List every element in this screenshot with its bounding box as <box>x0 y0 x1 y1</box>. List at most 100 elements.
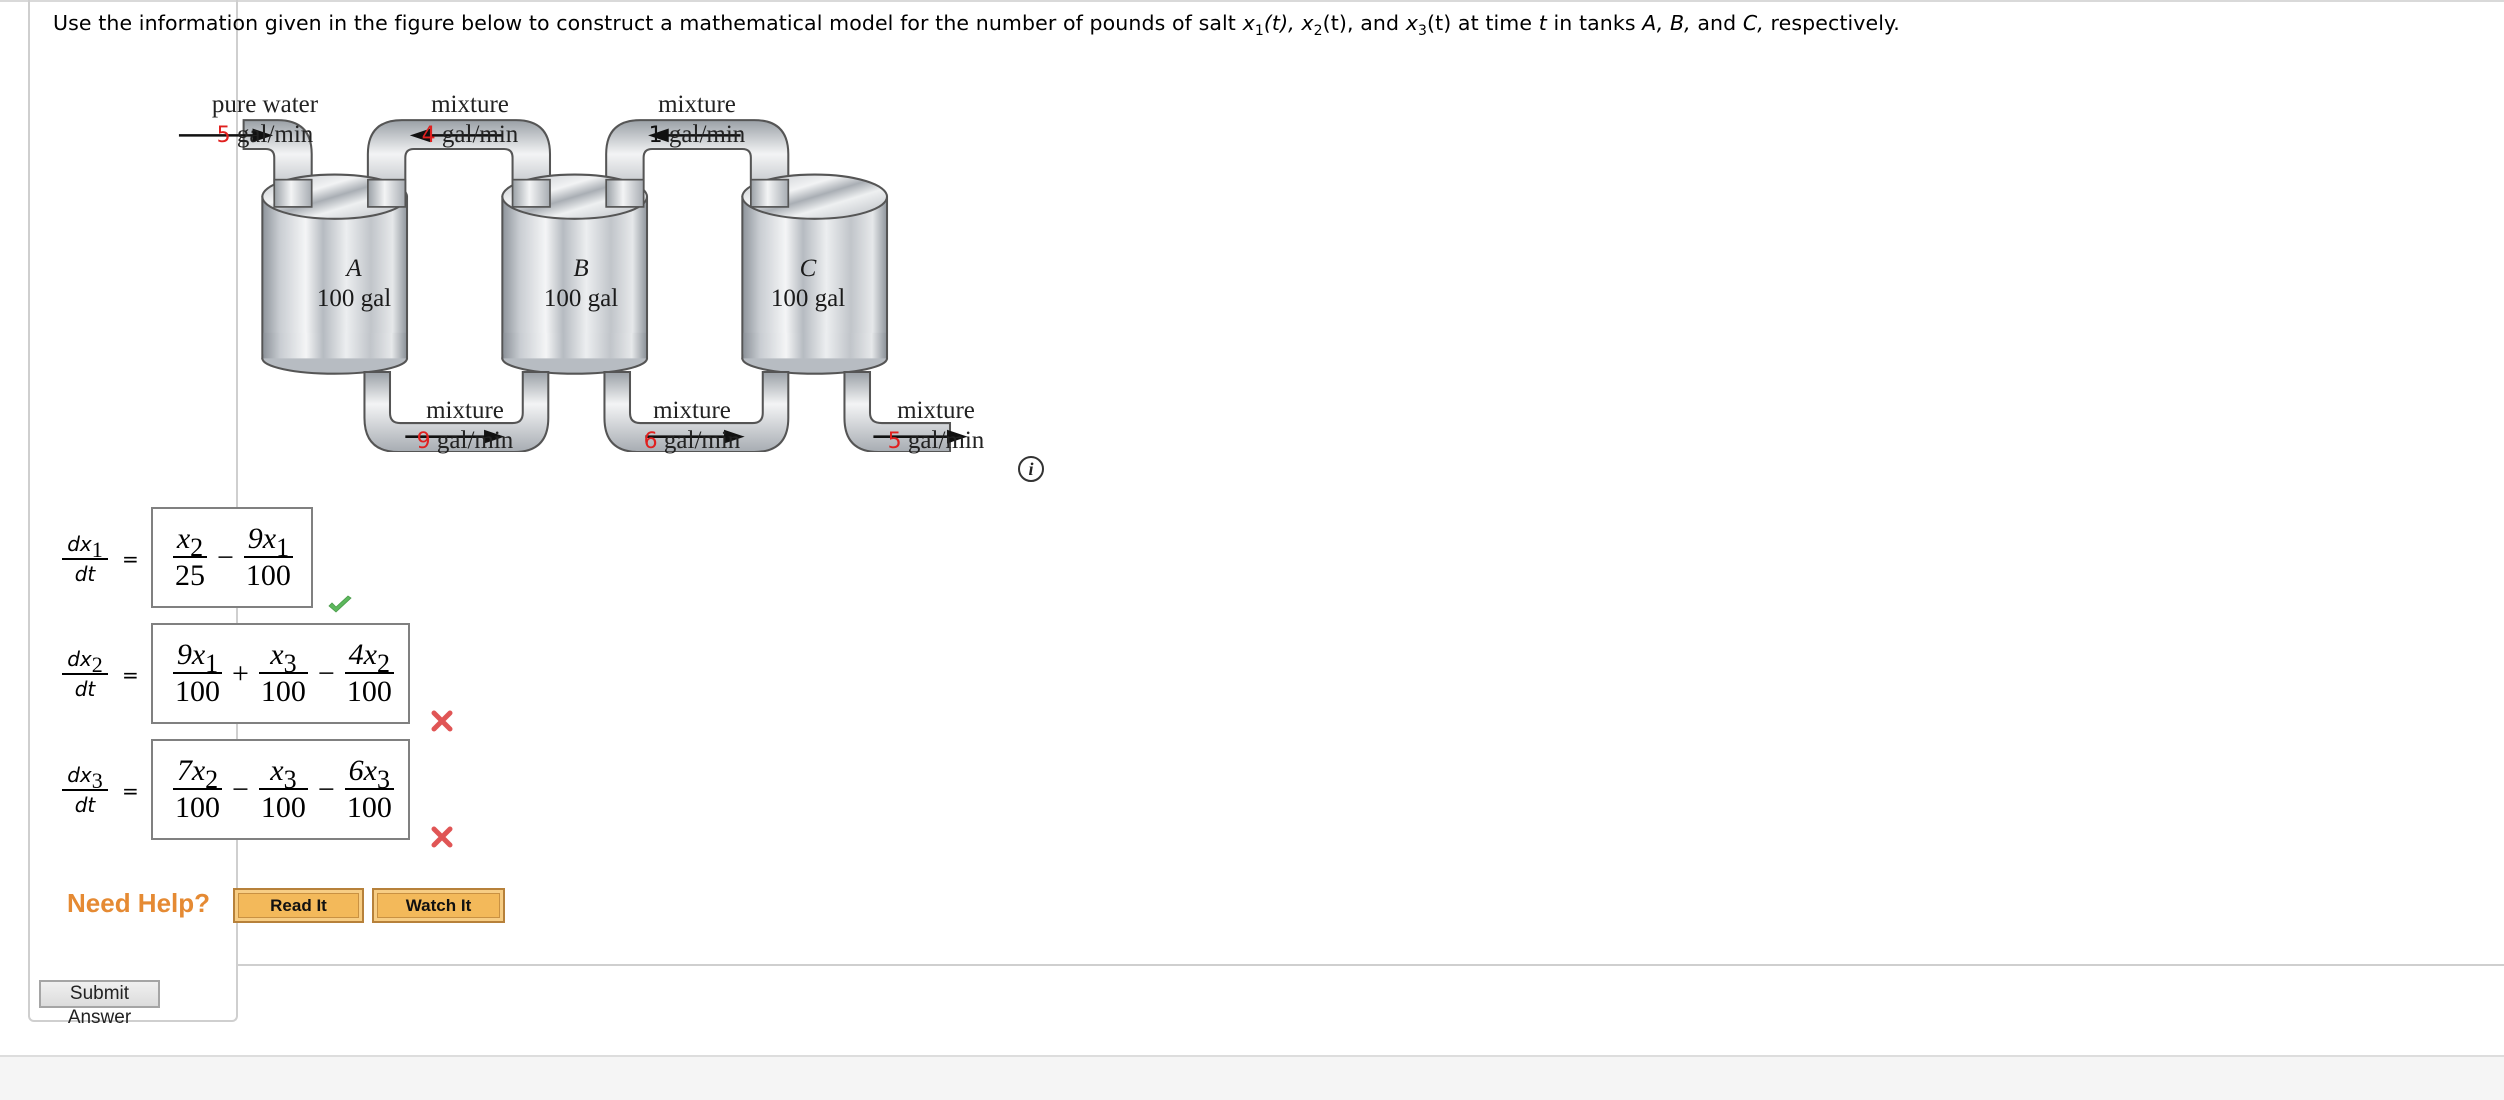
variable: x <box>270 753 284 787</box>
label-inflow-a: pure water 5 gal/min <box>195 90 335 151</box>
tank-c-name: C <box>799 255 817 282</box>
operator: + <box>232 656 249 690</box>
equals-sign: = <box>122 663 139 687</box>
label-flow-c-to-b: mixture 1 gal/min <box>627 90 767 151</box>
equals-sign: = <box>122 779 139 803</box>
need-help-label: Need Help? <box>67 888 211 918</box>
and-word: and <box>1697 11 1737 35</box>
label-flow-b-to-a: mixture 4 gal/min <box>400 90 540 151</box>
flow-b-to-c-label: mixture <box>653 397 731 424</box>
page-footer <box>0 1055 2504 1100</box>
tank-c-ref: C, <box>1742 11 1764 35</box>
variable: x <box>270 637 284 671</box>
variable: 9x <box>247 521 277 555</box>
inflow-a-rate: 5 <box>216 123 231 148</box>
lhs-dx1-dt: dx1 dt <box>62 531 108 587</box>
lhs-num: dx <box>67 532 92 556</box>
variable: 6x <box>348 753 377 787</box>
label-flow-a-to-b: mixture 9 gal/min <box>395 396 535 457</box>
var-x3: x <box>1405 11 1418 35</box>
outflow-c-label: mixture <box>897 397 975 424</box>
fraction-numerator: 9x1 <box>175 638 220 677</box>
term-2: x3 100 <box>258 637 308 710</box>
variable: x <box>176 521 191 555</box>
flow-b-to-c-unit: gal/min <box>663 427 741 454</box>
flow-a-to-b-label: mixture <box>426 397 504 424</box>
tank-c-label: C 100 gal <box>743 254 873 314</box>
question-suffix: respectively. <box>1770 11 1900 35</box>
separator-line <box>236 964 2504 966</box>
tank-b-volume: 100 gal <box>543 285 619 312</box>
term-1: 7x2 100 <box>173 754 222 826</box>
fraction-numerator: 4x2 <box>347 637 392 677</box>
fraction-denominator: 100 <box>260 674 306 708</box>
submit-answer-button[interactable]: Submit Answer <box>39 980 160 1028</box>
lhs-num: dx <box>67 647 92 671</box>
fraction-denominator: 100 <box>346 790 392 824</box>
operator: − <box>317 656 335 690</box>
top-border <box>0 0 2504 2</box>
lhs-sub: 3 <box>91 768 103 793</box>
arg-t2: (t), and <box>1322 11 1400 35</box>
sub-1: 1 <box>1254 23 1264 39</box>
lhs-sub: 1 <box>91 537 103 562</box>
tank-b-ref: B, <box>1669 11 1691 35</box>
fraction-numerator: 6x3 <box>347 753 392 793</box>
watch-it-button[interactable]: Watch It <box>372 888 505 923</box>
flow-b-to-c-rate: 6 <box>643 429 658 454</box>
answer-field-dx2[interactable]: 9x1 100 + x3 100 − 4x2 100 <box>151 623 410 724</box>
term-3: 4x2 100 <box>344 637 394 710</box>
fraction-numerator: 9x1 <box>246 521 291 561</box>
arg-t3: (t) at time <box>1426 11 1533 35</box>
fraction-numerator: x3 <box>268 753 298 793</box>
flow-c-to-b-rate: 1 <box>648 123 663 148</box>
outflow-c-unit: gal/min <box>907 427 985 454</box>
fraction-denominator: 25 <box>175 558 205 592</box>
question-prefix: Use the information given in the figure … <box>53 11 1236 35</box>
inflow-a-unit: gal/min <box>236 121 314 148</box>
flow-c-to-b-label: mixture <box>658 91 736 118</box>
info-icon[interactable]: i <box>1018 456 1044 482</box>
lhs-den: dt <box>74 677 96 701</box>
fraction-numerator: x2 <box>175 521 205 561</box>
arg-t1: (t), <box>1263 11 1295 35</box>
label-flow-b-to-c: mixture 6 gal/min <box>622 396 762 457</box>
fraction-denominator: 100 <box>175 790 220 824</box>
equals-sign: = <box>122 547 139 571</box>
lhs-sub: 2 <box>91 652 103 677</box>
read-it-button[interactable]: Read It <box>233 888 364 923</box>
fraction-numerator: x3 <box>268 637 298 677</box>
lhs-numerator: dx2 <box>62 646 108 676</box>
var-x2: x <box>1301 11 1314 35</box>
x-mark-icon <box>431 826 453 848</box>
term-2: 9x1 100 <box>243 521 293 594</box>
answer-field-dx1[interactable]: x2 25 − 9x1 100 <box>151 507 313 608</box>
lhs-numerator: dx3 <box>62 762 108 792</box>
tank-b-label: B 100 gal <box>516 254 646 314</box>
tank-a-volume: 100 gal <box>316 285 392 312</box>
fraction-denominator: 100 <box>260 790 306 824</box>
flow-b-to-a-label: mixture <box>431 91 509 118</box>
term-1: x2 25 <box>173 522 207 594</box>
lhs-num: dx <box>67 763 92 787</box>
term-1: 9x1 100 <box>173 638 222 710</box>
var-x1: x <box>1242 11 1255 35</box>
sub-3: 3 <box>1417 23 1427 39</box>
tank-a-label: A 100 gal <box>289 254 419 314</box>
flow-a-to-b-rate: 9 <box>416 429 431 454</box>
tank-c-volume: 100 gal <box>770 285 846 312</box>
variable: 7x <box>176 753 206 787</box>
x-mark-icon <box>431 710 453 732</box>
var-t: t <box>1538 11 1547 35</box>
lhs-dx3-dt: dx3 dt <box>62 762 108 818</box>
lhs-numerator: dx1 <box>62 531 108 561</box>
fraction-denominator: 100 <box>175 674 220 708</box>
variable: 4x <box>348 637 377 671</box>
in-tanks: in tanks <box>1553 11 1636 35</box>
fraction-denominator: 100 <box>346 674 392 708</box>
term-3: 6x3 100 <box>344 753 394 826</box>
flow-a-to-b-unit: gal/min <box>436 427 514 454</box>
answer-field-dx3[interactable]: 7x2 100 − x3 100 − 6x3 100 <box>151 739 410 840</box>
operator: − <box>232 772 249 806</box>
fraction-numerator: 7x2 <box>175 753 220 793</box>
